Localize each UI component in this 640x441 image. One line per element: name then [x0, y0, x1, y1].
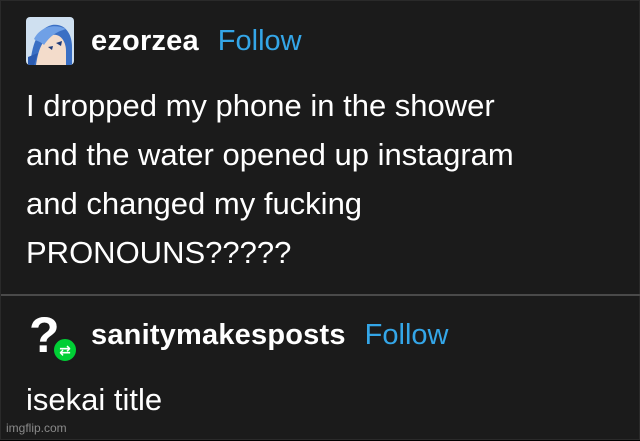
post-header: ezorzea Follow: [26, 17, 302, 65]
follow-button[interactable]: Follow: [218, 25, 302, 58]
anime-avatar-icon[interactable]: [26, 17, 74, 65]
reblog-icon: ⇄: [52, 337, 78, 363]
question-mark-avatar-icon[interactable]: ? ⇄: [26, 307, 78, 363]
post-username[interactable]: ezorzea: [91, 25, 199, 58]
post-body-text: I dropped my phone in the shower and the…: [26, 88, 514, 270]
post-card: ezorzea Follow I dropped my phone in the…: [0, 0, 640, 440]
follow-button[interactable]: Follow: [365, 319, 449, 352]
watermark: imgflip.com: [6, 421, 67, 435]
post-reblog: ? ⇄ sanitymakesposts Follow isekai title: [1, 296, 640, 441]
post-original: ezorzea Follow I dropped my phone in the…: [1, 1, 640, 293]
post-body-text: isekai title: [26, 382, 163, 417]
post-username[interactable]: sanitymakesposts: [91, 319, 346, 352]
post-header: ? ⇄ sanitymakesposts Follow: [26, 307, 449, 363]
